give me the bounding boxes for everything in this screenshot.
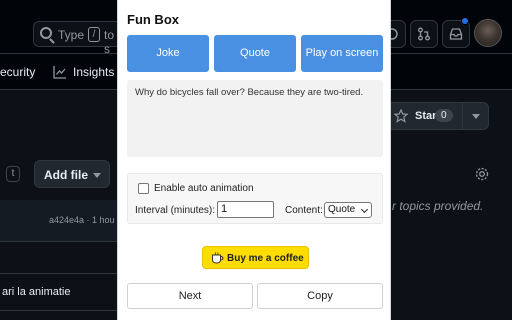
graph-icon — [53, 66, 66, 79]
gear-icon[interactable] — [474, 166, 490, 182]
auto-animation-checkbox[interactable] — [138, 183, 149, 194]
auto-animation-label[interactable]: Enable auto animation — [154, 183, 254, 194]
inbox-icon — [449, 28, 463, 40]
chevron-down-icon — [360, 205, 369, 214]
next-button[interactable]: Next — [127, 283, 253, 309]
play-on-screen-button[interactable]: Play on screen — [301, 35, 383, 72]
fun-box-popup: Fun Box Joke Quote Play on screen Why do… — [117, 0, 391, 320]
buy-me-a-coffee-button[interactable]: Buy me a coffee — [202, 246, 309, 269]
divider — [0, 310, 120, 311]
pull-requests-button[interactable] — [410, 20, 438, 48]
divider — [0, 273, 120, 274]
interval-label: Interval (minutes): — [135, 205, 216, 216]
coffee-cup-icon — [212, 252, 224, 264]
popup-title: Fun Box — [127, 12, 179, 27]
star-icon — [394, 109, 408, 123]
search-placeholder-start: Type — [58, 28, 85, 42]
tab-security[interactable]: ecurity — [0, 65, 35, 79]
chevron-down-icon — [93, 173, 101, 178]
interval-input[interactable]: 1 — [217, 201, 274, 218]
slash-key-hint: / — [88, 27, 100, 42]
avatar[interactable] — [474, 19, 502, 47]
output-text-area: Why do bicycles fall over? Because they … — [127, 80, 383, 157]
search-icon — [40, 27, 52, 39]
coffee-label: Buy me a coffee — [227, 253, 304, 264]
content-label: Content: — [285, 205, 323, 216]
add-file-button[interactable]: Add file — [34, 160, 110, 188]
search-input[interactable]: Type / to s — [33, 21, 123, 56]
copy-button[interactable]: Copy — [257, 283, 383, 309]
content-select-value: Quote — [328, 204, 356, 215]
notification-dot — [461, 17, 469, 25]
commit-hash[interactable]: a424e4a · 1 hou — [49, 215, 115, 225]
about-topics-text: r topics provided. — [392, 199, 484, 213]
joke-button[interactable]: Joke — [127, 35, 209, 72]
add-file-label: Add file — [44, 168, 88, 182]
star-label: Star — [415, 110, 437, 122]
pull-request-icon — [418, 27, 430, 41]
content-select[interactable]: Quote — [324, 202, 372, 218]
tab-insights-label: Insights — [73, 65, 115, 79]
settings-panel: Enable auto animation Interval (minutes)… — [127, 173, 383, 224]
divider — [462, 103, 463, 129]
file-list-item[interactable]: ari la animatie — [2, 286, 70, 298]
quote-button[interactable]: Quote — [214, 35, 296, 72]
star-count: 0 — [435, 109, 453, 122]
go-to-file-shortcut: t — [6, 166, 20, 182]
star-button[interactable]: Star 0 — [385, 102, 489, 130]
chevron-down-icon[interactable] — [472, 114, 480, 119]
